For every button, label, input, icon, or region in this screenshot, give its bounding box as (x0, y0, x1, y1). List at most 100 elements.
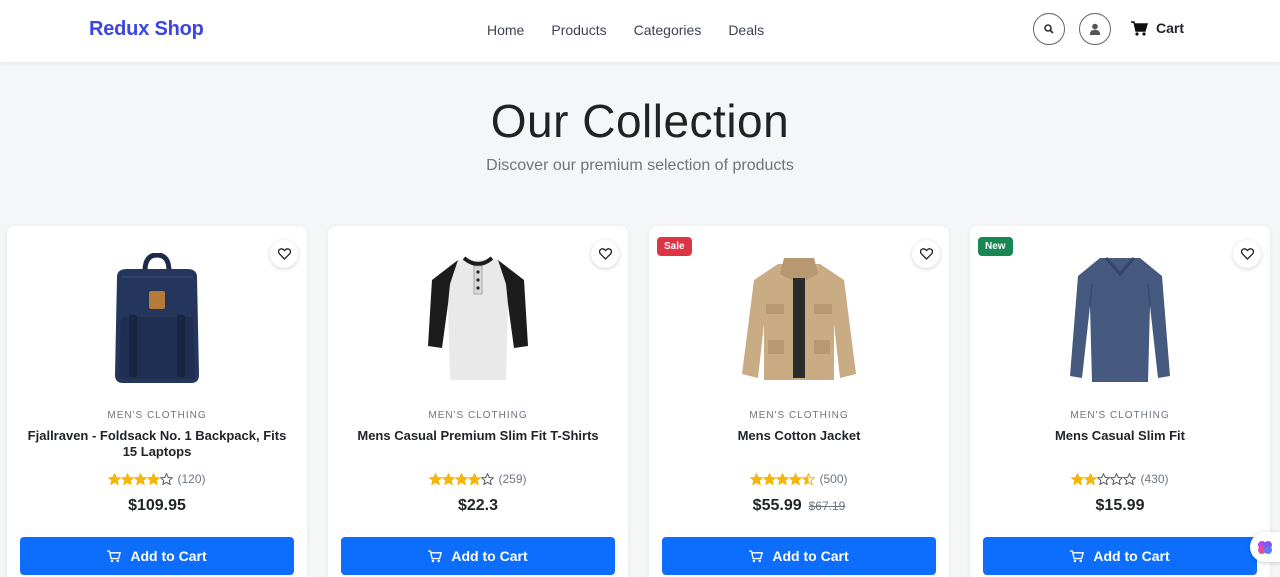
cart-icon (107, 549, 122, 562)
star-empty-icon (481, 473, 495, 485)
star-filled-icon (776, 473, 790, 485)
cart-icon (428, 549, 443, 562)
product-rating: (259) (328, 472, 628, 486)
star-filled-icon (147, 473, 161, 485)
wishlist-button[interactable] (591, 240, 619, 268)
heart-icon (919, 248, 933, 260)
star-empty-icon (1123, 473, 1137, 485)
star-rating (750, 473, 816, 485)
star-rating (108, 473, 174, 485)
tshirt-image (428, 256, 528, 380)
page-subtitle: Discover our premium selection of produc… (486, 157, 794, 174)
product-rating: (120) (7, 472, 307, 486)
star-filled-icon (134, 473, 148, 485)
product-image[interactable] (699, 240, 899, 398)
star-filled-icon (750, 473, 764, 485)
main-nav: Home Products Categories Deals (487, 22, 764, 38)
new-badge: New (978, 237, 1013, 256)
star-filled-icon (108, 473, 122, 485)
review-count: (500) (819, 472, 848, 486)
price-row: $15.99 (970, 497, 1270, 515)
product-title[interactable]: Mens Casual Slim Fit (990, 428, 1250, 444)
review-count: (120) (177, 472, 206, 486)
product-rating: (430) (970, 472, 1270, 486)
brand-logo[interactable]: Redux Shop (89, 18, 204, 41)
assistant-widget-button[interactable] (1250, 532, 1280, 562)
product-price: $22.3 (457, 497, 499, 514)
search-button[interactable] (1033, 13, 1065, 45)
add-to-cart-button[interactable]: Add to Cart (20, 537, 294, 575)
product-price: $15.99 (1095, 497, 1145, 514)
star-filled-icon (1071, 473, 1085, 485)
original-price: $67.19 (808, 499, 846, 513)
add-to-cart-label: Add to Cart (1093, 548, 1170, 564)
nav-link-categories[interactable]: Categories (634, 22, 702, 38)
star-rating (1071, 473, 1137, 485)
review-count: (259) (498, 472, 527, 486)
search-icon (1044, 24, 1054, 34)
wishlist-button[interactable] (1233, 240, 1261, 268)
top-navbar: Redux Shop Home Products Categories Deal… (0, 0, 1280, 62)
cart-icon (1070, 549, 1085, 562)
sale-badge: Sale (657, 237, 692, 256)
product-card[interactable]: Sale MEN'S CLOTHING Mens Cotton Jacket (… (649, 226, 949, 577)
product-price: $109.95 (128, 497, 186, 514)
star-filled-icon (1084, 473, 1098, 485)
price-row: $55.99 $67.19 (649, 497, 949, 515)
price-row: $22.3 (328, 497, 628, 515)
product-card[interactable]: MEN'S CLOTHING Mens Casual Premium Slim … (328, 226, 628, 577)
page-title: Our Collection (490, 95, 790, 147)
product-card[interactable]: MEN'S CLOTHING Fjallraven - Foldsack No.… (7, 226, 307, 577)
nav-link-deals[interactable]: Deals (728, 22, 764, 38)
add-to-cart-button[interactable]: Add to Cart (662, 537, 936, 575)
star-filled-icon (802, 473, 816, 485)
backpack-image (115, 253, 199, 383)
star-empty-icon (160, 473, 174, 485)
product-rating: (500) (649, 472, 949, 486)
wishlist-button[interactable] (270, 240, 298, 268)
add-to-cart-label: Add to Cart (130, 548, 207, 564)
product-title[interactable]: Mens Cotton Jacket (669, 428, 929, 444)
star-filled-icon (455, 473, 469, 485)
star-filled-icon (789, 473, 803, 485)
cart-icon (749, 549, 764, 562)
user-icon (1089, 23, 1101, 35)
price-row: $109.95 (7, 497, 307, 515)
cart-icon (1131, 20, 1148, 36)
star-filled-icon (121, 473, 135, 485)
product-image[interactable] (378, 240, 578, 398)
jacket-image (742, 258, 856, 380)
product-card[interactable]: New MEN'S CLOTHING Mens Casual Slim Fit … (970, 226, 1270, 577)
product-category: MEN'S CLOTHING (1070, 410, 1170, 421)
heart-icon (1240, 248, 1254, 260)
product-image[interactable] (1020, 240, 1220, 398)
product-category: MEN'S CLOTHING (749, 410, 849, 421)
add-to-cart-label: Add to Cart (451, 548, 528, 564)
star-filled-icon (429, 473, 443, 485)
nav-link-products[interactable]: Products (551, 22, 606, 38)
product-category: MEN'S CLOTHING (428, 410, 528, 421)
nav-link-home[interactable]: Home (487, 22, 524, 38)
heart-icon (277, 248, 291, 260)
shirt-image (1070, 257, 1170, 382)
product-title[interactable]: Fjallraven - Foldsack No. 1 Backpack, Fi… (27, 428, 287, 460)
product-image[interactable] (57, 240, 257, 398)
cart-label: Cart (1156, 20, 1185, 36)
star-filled-icon (763, 473, 777, 485)
product-price: $55.99 (752, 497, 802, 514)
heart-icon (598, 248, 612, 260)
review-count: (430) (1140, 472, 1169, 486)
star-filled-icon (442, 473, 456, 485)
add-to-cart-label: Add to Cart (772, 548, 849, 564)
wishlist-button[interactable] (912, 240, 940, 268)
product-title[interactable]: Mens Casual Premium Slim Fit T-Shirts (348, 428, 608, 444)
add-to-cart-button[interactable]: Add to Cart (983, 537, 1257, 575)
star-filled-icon (468, 473, 482, 485)
cart-link[interactable]: Cart (1131, 20, 1184, 36)
brain-icon (1258, 541, 1272, 554)
star-empty-icon (1110, 473, 1124, 485)
product-category: MEN'S CLOTHING (107, 410, 207, 421)
add-to-cart-button[interactable]: Add to Cart (341, 537, 615, 575)
star-rating (429, 473, 495, 485)
account-button[interactable] (1079, 13, 1111, 45)
